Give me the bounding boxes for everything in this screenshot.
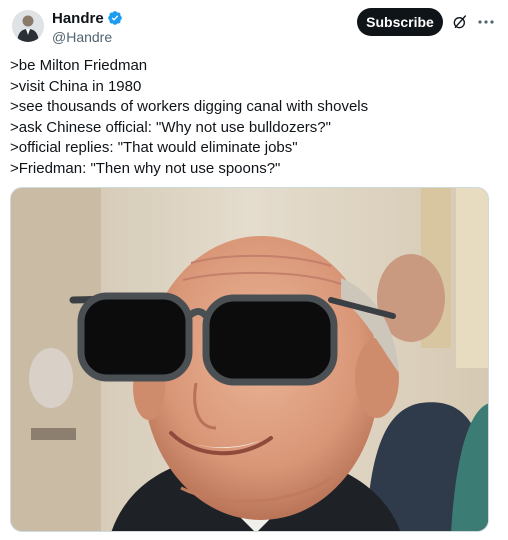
tweet-text-line: >Friedman: "Then why not use spoons?" xyxy=(10,159,281,177)
grok-icon[interactable] xyxy=(452,14,468,30)
display-name[interactable]: Handre xyxy=(52,10,104,27)
tweet-text-line: >ask Chinese official: "Why not use bull… xyxy=(10,118,331,136)
more-options-icon[interactable] xyxy=(476,13,496,31)
tweet-image[interactable] xyxy=(10,187,489,532)
avatar[interactable] xyxy=(12,10,44,42)
tweet-text: >be Milton Friedman >visit China in 1980… xyxy=(10,56,490,179)
handle[interactable]: @Handre xyxy=(52,28,123,46)
tweet-text-line: >visit China in 1980 xyxy=(10,77,142,95)
verified-badge-icon xyxy=(107,11,122,25)
user-info[interactable]: Handre @Handre xyxy=(52,8,123,46)
tweet-header: Handre @Handre Subscribe xyxy=(8,8,500,48)
tweet-text-line: >official replies: "That would eliminate… xyxy=(10,139,298,156)
subscribe-button[interactable]: Subscribe xyxy=(357,8,443,36)
tweet-text-line: >see thousands of workers digging canal … xyxy=(10,98,369,115)
tweet-card: Handre @Handre Subscribe >be Milton Frie… xyxy=(0,0,508,540)
portrait-with-sunglasses-image xyxy=(11,188,488,531)
tweet-text-line: >be Milton Friedman xyxy=(10,57,148,74)
